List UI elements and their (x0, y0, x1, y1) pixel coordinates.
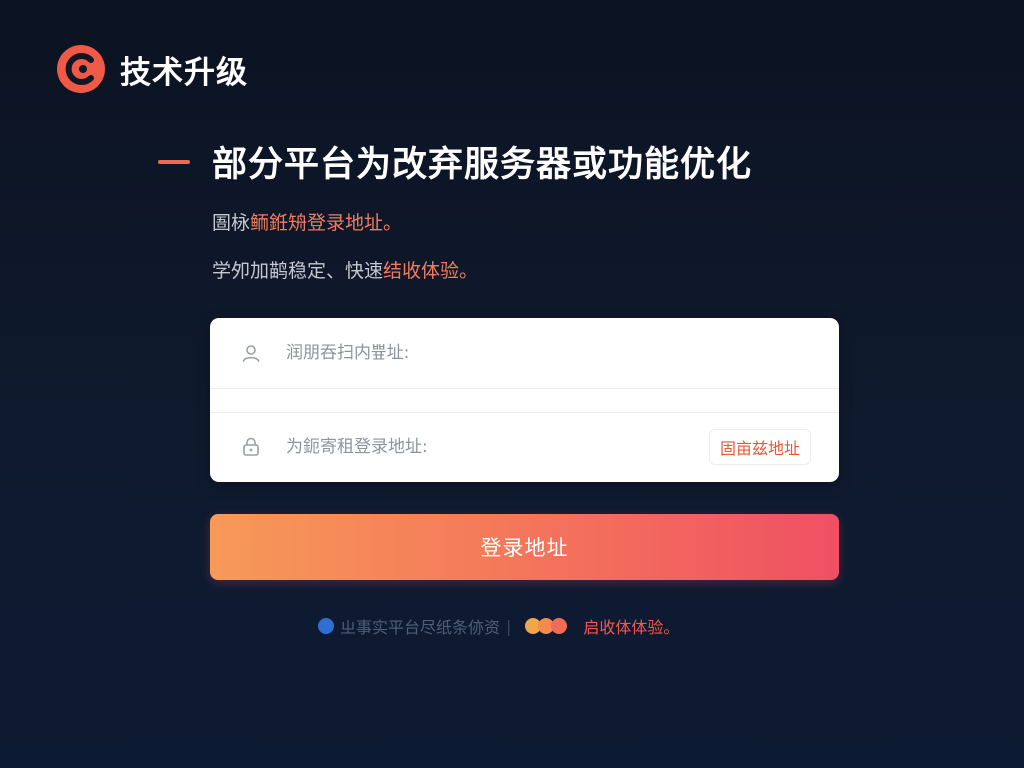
dot-icon (551, 618, 568, 634)
address-input-2[interactable] (286, 437, 709, 457)
sub-line-2: 学夘加鹋稳定、快速结收体验。 (212, 256, 478, 283)
headline-accent-dash (158, 159, 190, 164)
address-input-1[interactable] (286, 343, 811, 363)
headline: 部分平台为改弃服务器或功能优化 (212, 145, 753, 185)
sub-line-2-normal: 学夘加鹋稳定、快速 (212, 260, 384, 282)
get-address-button[interactable]: 固亩兹地址 (708, 429, 811, 465)
footer-separator: | (506, 616, 512, 636)
field-row-1 (210, 318, 839, 388)
sub-line-1-normal: 圄栐 (212, 212, 251, 234)
footer-text-1: ㄓ事实平台尽纸条㑊资 (340, 618, 501, 637)
info-dot-icon (318, 618, 334, 634)
footer-text-2: 启收体体验。 (583, 618, 680, 637)
c-logo-icon (57, 45, 105, 93)
headline-row: 部分平台为改弃服务器或功能优化 (158, 136, 752, 187)
loading-dots-icon (525, 618, 568, 634)
sub-line-1-highlight: 鲕銋矪登录地址。 (250, 212, 403, 234)
user-icon (242, 345, 260, 362)
field-row-2: 固亩兹地址 (210, 412, 839, 482)
field-divider (210, 388, 839, 389)
login-address-button[interactable]: 登录地址 (210, 514, 839, 580)
footer-note: ㄓ事实平台尽纸条㑊资 | 启收体体验。 (318, 614, 679, 638)
brand-title: 技术升级 (120, 54, 248, 91)
lock-icon (243, 437, 259, 456)
brand: 技术升级 (56, 44, 248, 94)
sub-line-2-highlight: 结收体验。 (383, 260, 479, 282)
sub-line-1: 圄栐鲕銋矪登录地址。 (212, 208, 402, 235)
address-form-card: 固亩兹地址 (210, 318, 839, 482)
